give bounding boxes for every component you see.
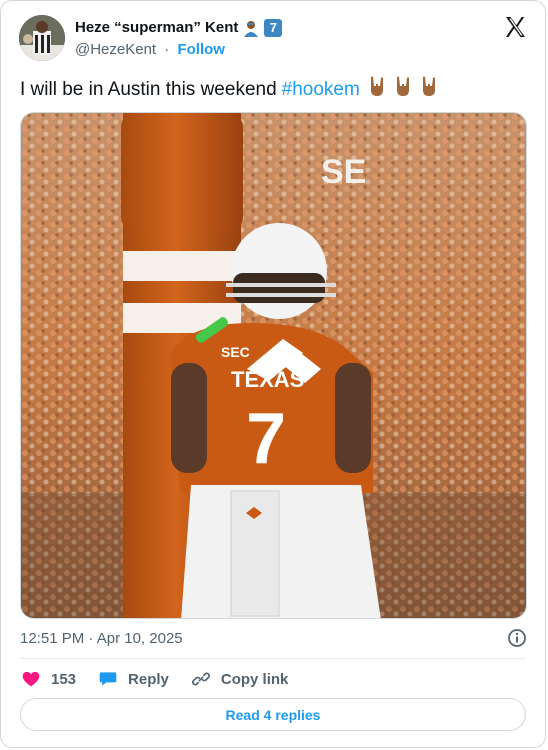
post-time: 12:51 PM xyxy=(20,630,85,647)
display-name[interactable]: Heze “superman” Kent xyxy=(75,19,238,37)
reply-bubble-icon xyxy=(99,672,117,686)
read-replies-button[interactable]: Read 4 replies xyxy=(20,698,526,731)
jersey-lettering: TEXAS xyxy=(231,367,304,392)
avatar[interactable] xyxy=(19,15,65,61)
tweet-card: Heze “superman” Kent 7 @HezeKent · Follo… xyxy=(0,0,546,748)
follow-button[interactable]: Follow xyxy=(177,41,225,58)
horns-hand-icon xyxy=(368,75,386,105)
meta-separator: · xyxy=(88,630,94,647)
link-icon xyxy=(191,672,210,686)
pole-lettering: SE xyxy=(321,153,366,191)
sec-patch: SEC xyxy=(221,344,250,360)
info-icon[interactable] xyxy=(507,628,527,648)
superhero-emoji-icon xyxy=(242,19,260,37)
reply-label: Reply xyxy=(128,670,169,688)
tweet-photo[interactable]: SE TEXAS SEC 7 xyxy=(20,112,527,619)
separator: · xyxy=(164,41,170,58)
horns-hand-icon xyxy=(394,75,412,105)
tweet-header: Heze “superman” Kent 7 @HezeKent · Follo… xyxy=(19,15,529,65)
copy-link-button[interactable]: Copy link xyxy=(191,667,289,691)
jersey-number: 7 xyxy=(246,399,286,479)
hashtag-link[interactable]: #hookem xyxy=(282,77,360,103)
horns-hand-icon xyxy=(420,75,438,105)
heart-icon xyxy=(22,671,40,687)
tweet-text: I will be in Austin this weekend #hookem xyxy=(20,75,438,105)
tweet-timestamp[interactable]: 12:51 PM · Apr 10, 2025 xyxy=(20,630,183,647)
author-handle[interactable]: @HezeKent xyxy=(75,41,156,58)
divider xyxy=(20,658,526,659)
post-date: Apr 10, 2025 xyxy=(96,630,183,647)
author-block: Heze “superman” Kent 7 @HezeKent · Follo… xyxy=(75,19,283,59)
like-count: 153 xyxy=(51,670,77,688)
reply-button[interactable]: Reply xyxy=(98,667,169,691)
tweet-body: I will be in Austin this weekend xyxy=(20,79,277,100)
copy-link-label: Copy link xyxy=(220,670,289,688)
action-bar: 153 Reply Copy link xyxy=(21,667,310,691)
like-button[interactable]: 153 xyxy=(21,667,76,691)
x-logo-icon[interactable] xyxy=(503,15,527,39)
keycap-seven-badge: 7 xyxy=(264,19,283,37)
